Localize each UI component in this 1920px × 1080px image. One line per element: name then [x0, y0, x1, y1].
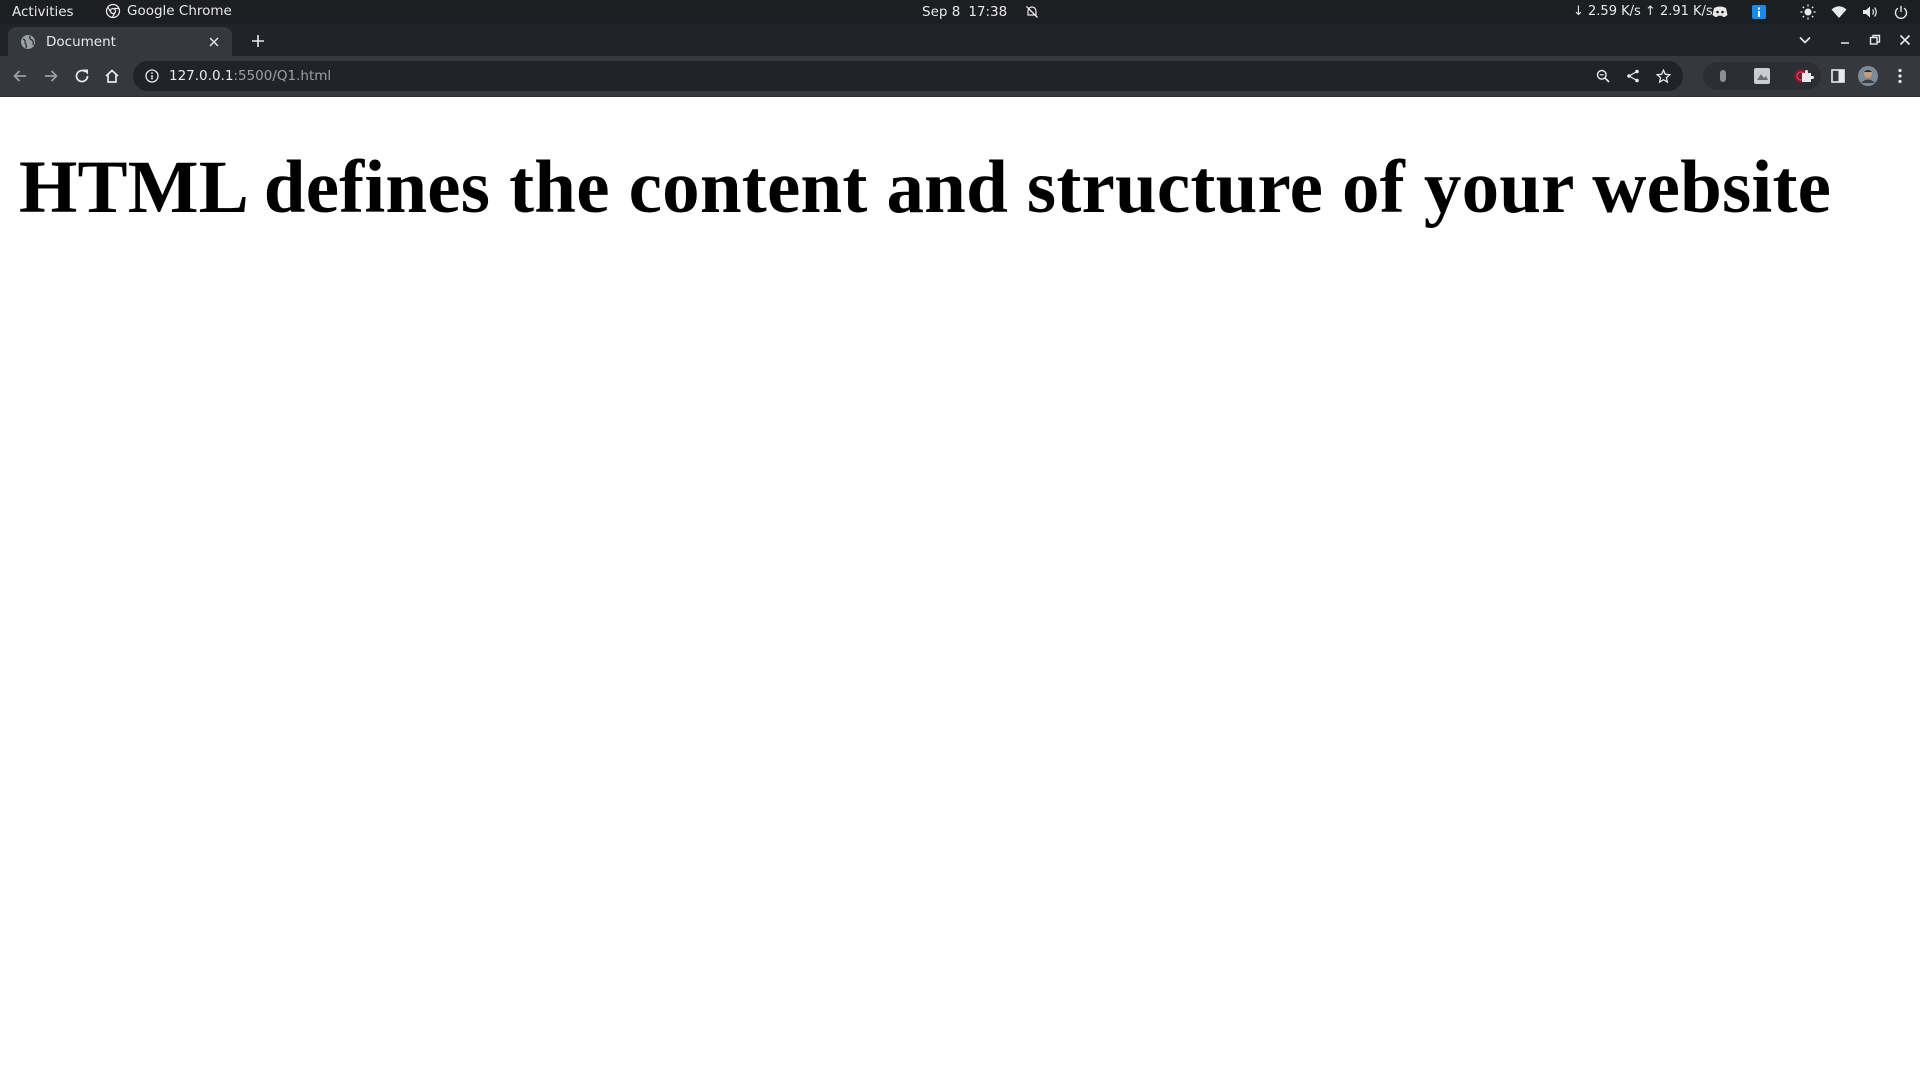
url-host: 127.0.0.1 [169, 68, 234, 84]
page-heading: HTML defines the content and structure o… [19, 146, 1832, 229]
home-icon[interactable] [100, 64, 124, 88]
page-viewport: HTML defines the content and structure o… [0, 97, 1920, 1080]
share-icon[interactable] [1623, 66, 1643, 86]
app-menu[interactable]: Google Chrome [105, 3, 232, 19]
forward-icon[interactable] [39, 64, 63, 88]
globe-icon [20, 34, 36, 50]
discord-icon[interactable] [1711, 3, 1729, 21]
restore-icon[interactable] [1860, 26, 1890, 54]
wifi-icon[interactable] [1830, 3, 1848, 21]
window-controls [1790, 26, 1920, 54]
side-panel-icon[interactable] [1826, 64, 1850, 88]
brightness-icon[interactable] [1799, 3, 1817, 21]
chrome-icon [105, 3, 121, 19]
tab-search-chevron-icon[interactable] [1790, 26, 1820, 54]
system-tray[interactable] [1711, 3, 1910, 21]
zoom-icon[interactable] [1593, 66, 1613, 86]
activities-button[interactable]: Activities [12, 4, 74, 20]
url-text[interactable]: 127.0.0.1:5500/Q1.html [169, 68, 331, 84]
reload-icon[interactable] [70, 64, 94, 88]
url-path: :5500/Q1.html [233, 68, 332, 84]
profile-avatar[interactable] [1856, 64, 1880, 88]
extensions-puzzle-icon[interactable] [1796, 64, 1820, 88]
browser-toolbar: 127.0.0.1:5500/Q1.html [0, 56, 1920, 97]
volume-icon[interactable] [1861, 3, 1879, 21]
network-speed: ↓ 2.59 K/s ↑ 2.91 K/s [1573, 4, 1713, 19]
close-tab-icon[interactable] [204, 32, 224, 52]
back-icon[interactable] [8, 64, 32, 88]
new-tab-icon[interactable] [247, 30, 269, 52]
site-info-icon[interactable] [143, 67, 161, 85]
tab-title: Document [46, 33, 116, 50]
close-window-icon[interactable] [1890, 26, 1920, 54]
extension-image-icon[interactable] [1753, 67, 1771, 85]
date: Sep 8 [922, 4, 961, 20]
menu-kebab-icon[interactable] [1888, 64, 1912, 88]
address-bar[interactable]: 127.0.0.1:5500/Q1.html [133, 61, 1683, 91]
extension-gray-icon[interactable] [1714, 67, 1732, 85]
power-icon[interactable] [1892, 3, 1910, 21]
omnibox-actions [1593, 61, 1683, 91]
bookmark-star-icon[interactable] [1653, 66, 1673, 86]
system-top-bar: Activities Google Chrome Sep 8 17:38 ↓ 2… [0, 0, 1920, 24]
app-name: Google Chrome [127, 3, 232, 19]
tab-document[interactable]: Document [8, 27, 232, 56]
tab-strip: Document [0, 24, 1920, 56]
minimize-icon[interactable] [1830, 26, 1860, 54]
info-badge-icon[interactable] [1750, 3, 1768, 21]
clock[interactable]: Sep 8 17:38 [922, 4, 1039, 20]
notifications-off-icon [1025, 5, 1039, 19]
time: 17:38 [968, 4, 1008, 20]
